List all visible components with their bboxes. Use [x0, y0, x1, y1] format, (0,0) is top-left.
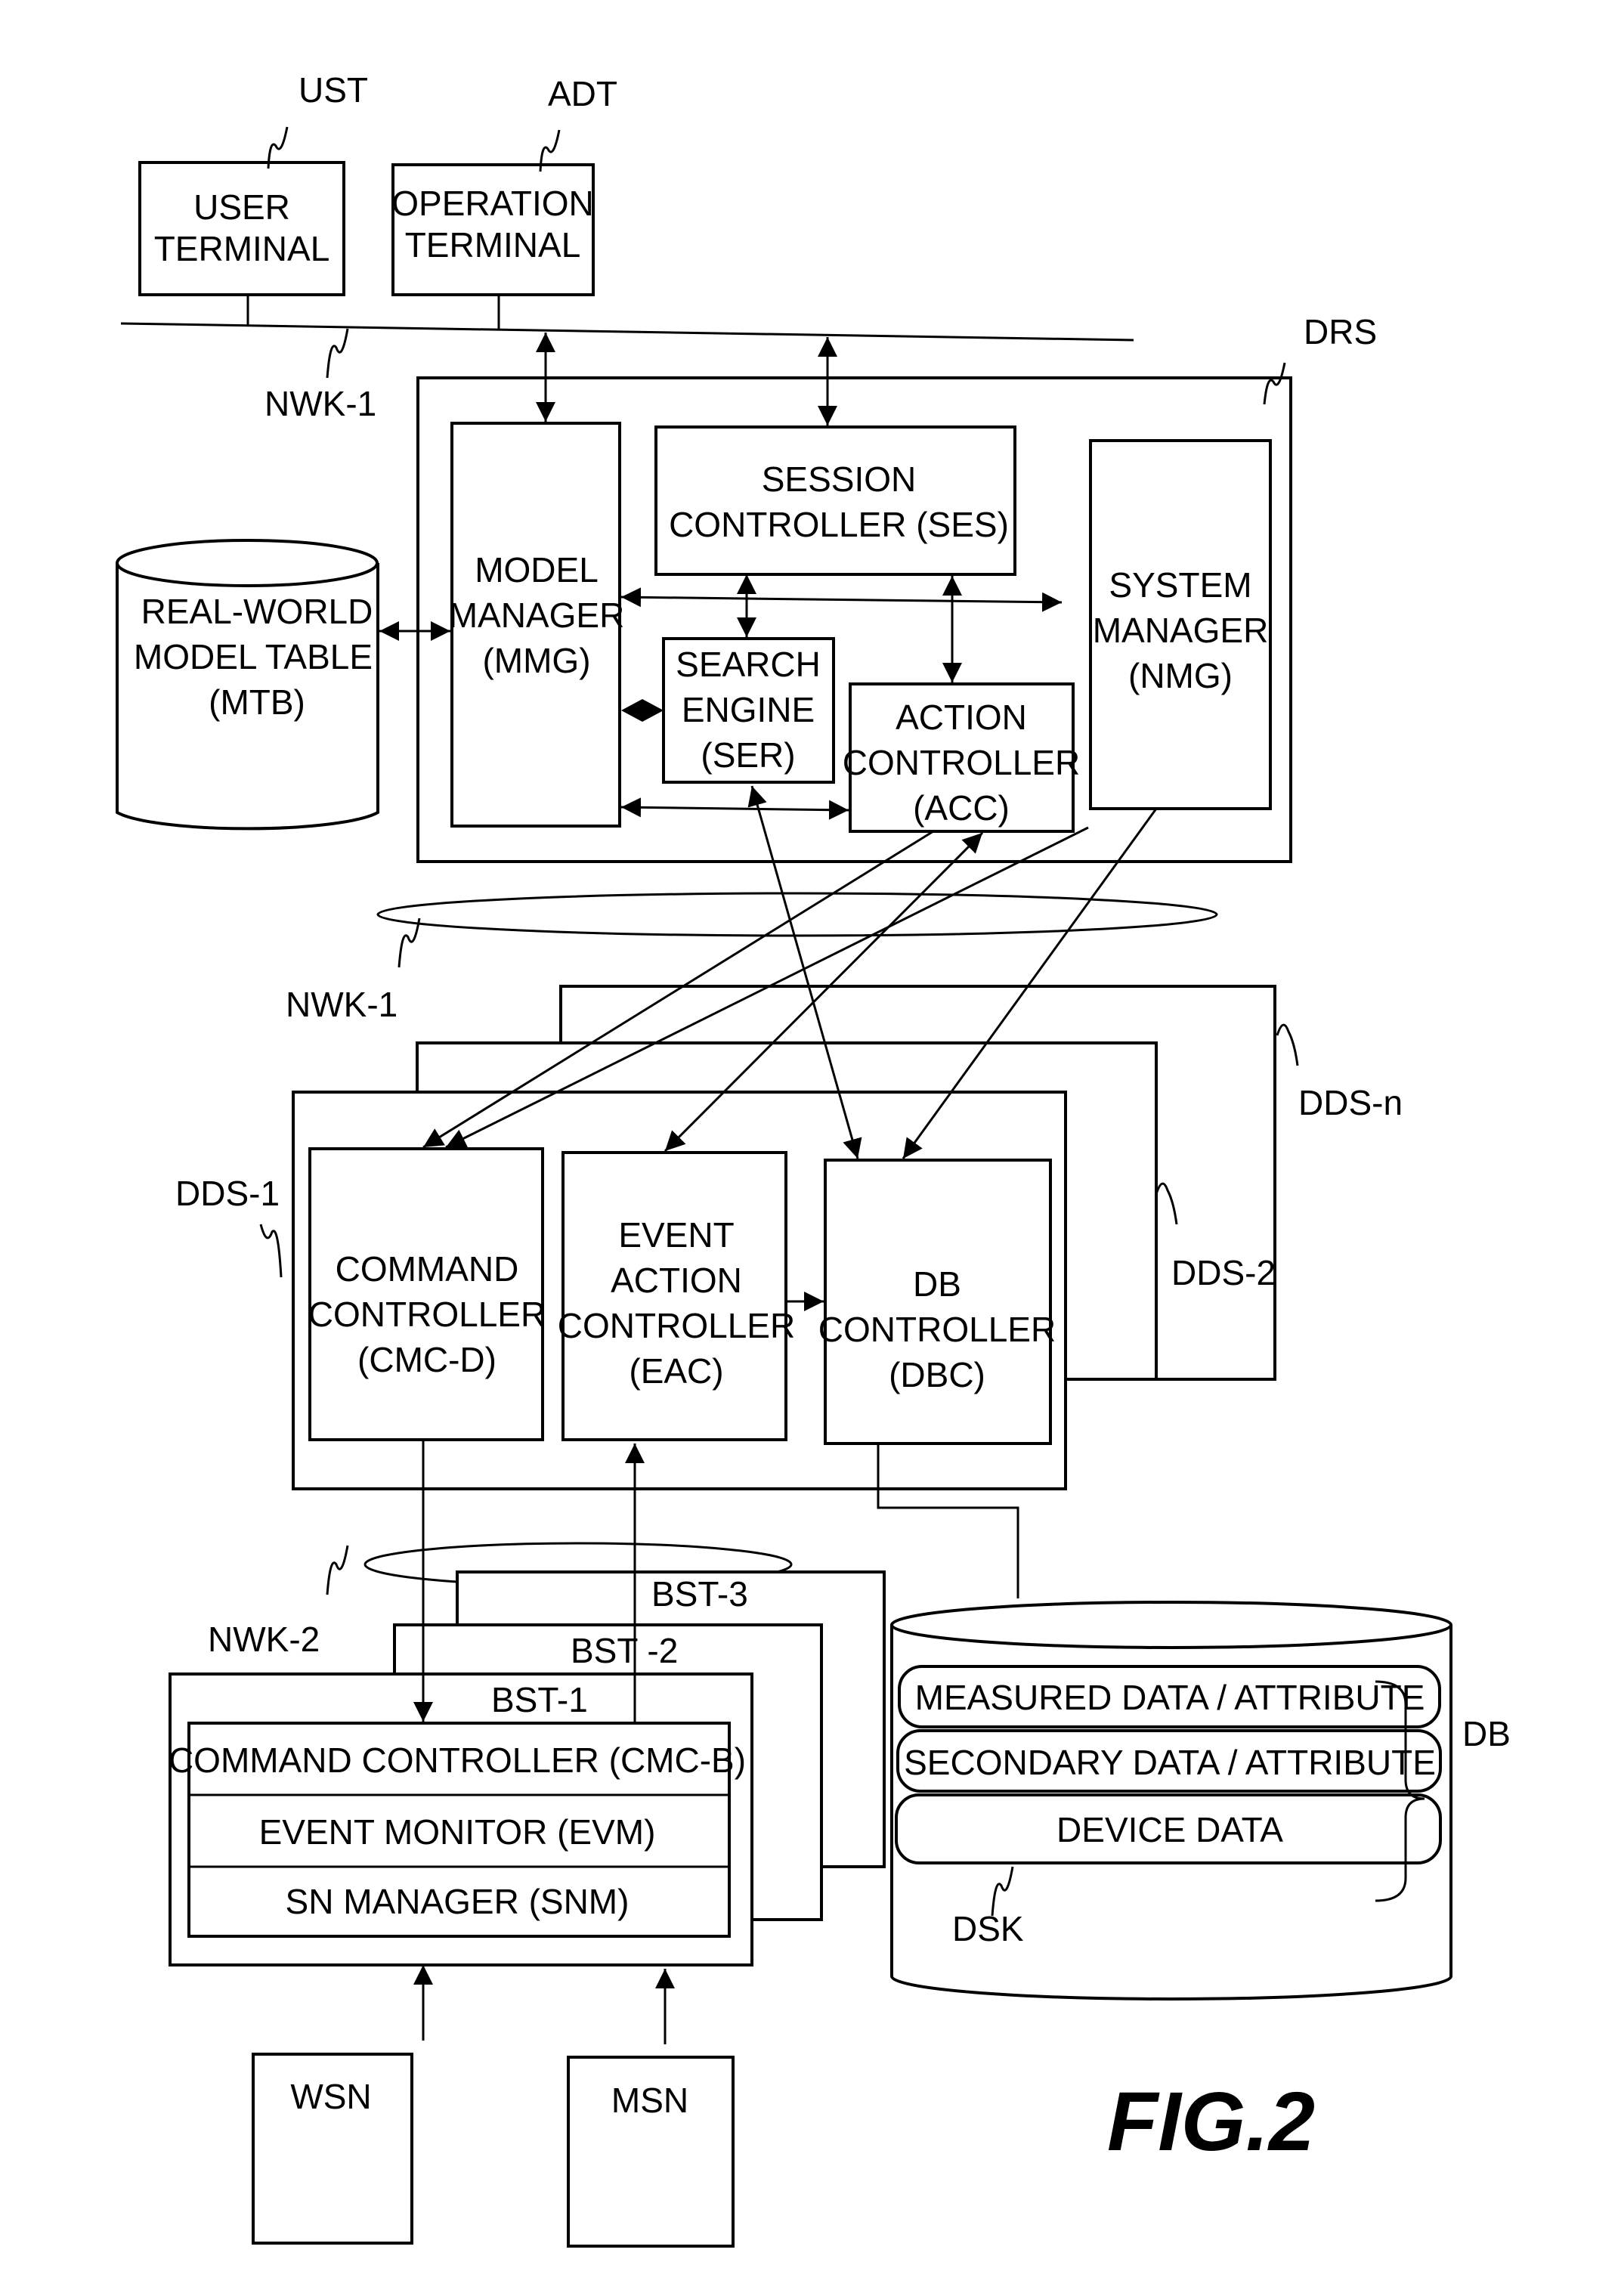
user-terminal: USER TERMINAL: [138, 161, 345, 296]
action-controller-box: ACTION CONTROLLER (ACC): [843, 682, 1080, 833]
ref-dds-n: DDS-n: [1298, 1083, 1403, 1122]
ref-bst2: BST -2: [571, 1631, 678, 1670]
label: (ACC): [913, 788, 1010, 828]
label: CONTROLLER: [818, 1310, 1056, 1349]
leader-line: [326, 328, 349, 379]
model-manager-box: MODEL MANAGER (MMG): [449, 422, 625, 828]
label: ACTION: [611, 1261, 742, 1300]
label: (NMG): [1128, 656, 1233, 695]
label: (EAC): [629, 1351, 723, 1391]
label: MANAGER: [449, 596, 625, 635]
wsn-box: WSN: [252, 2053, 413, 2245]
model-table-db: REAL-WORLD MODEL TABLE (MTB): [116, 539, 379, 831]
leader-line: [398, 917, 421, 968]
label: SYSTEM: [1109, 565, 1251, 605]
label: (MMG): [482, 641, 590, 680]
label: ACTION: [896, 698, 1027, 737]
label: CONTROLLER: [843, 743, 1080, 782]
label: TERMINAL: [405, 225, 581, 265]
device-data-label: DEVICE DATA: [1056, 1810, 1283, 1849]
label: (CMC-D): [357, 1340, 497, 1379]
label: EVENT: [618, 1215, 734, 1255]
label: (SER): [701, 735, 795, 775]
label: MODEL TABLE: [134, 637, 373, 676]
bst-1-stack: COMMAND CONTROLLER (CMC-B) EVENT MONITOR…: [169, 1722, 746, 1938]
ref-drs: DRS: [1304, 312, 1377, 351]
ref-ust: UST: [299, 70, 368, 110]
label: SESSION: [762, 460, 917, 499]
figure-label: FIG.2: [1107, 2075, 1315, 2168]
label: (MTB): [209, 682, 305, 722]
ref-bst3: BST-3: [651, 1574, 748, 1614]
label: WSN: [290, 2077, 371, 2116]
system-diagram: USER TERMINAL OPERATION TERMINAL UST ADT…: [116, 70, 1511, 2248]
label: CONTROLLER (SES): [669, 505, 1009, 544]
ref-dsk: DSK: [952, 1909, 1024, 1948]
evm-label: EVENT MONITOR (EVM): [259, 1812, 656, 1852]
ref-nwk2: NWK-2: [208, 1620, 320, 1659]
secondary-data-label: SECONDARY DATA / ATTRIBUTE: [904, 1743, 1436, 1782]
label: REAL-WORLD: [141, 592, 373, 631]
label: COMMAND: [336, 1249, 519, 1289]
leader-line: [259, 1224, 283, 1278]
nwk1-bus: [120, 322, 1134, 342]
msn-box: MSN: [567, 2056, 735, 2248]
operation-terminal: OPERATION TERMINAL: [391, 163, 595, 296]
label: CONTROLLER: [558, 1306, 795, 1345]
cmc-b-label: COMMAND CONTROLLER (CMC-B): [169, 1741, 746, 1780]
label: MSN: [611, 2081, 688, 2120]
ref-bst1: BST-1: [491, 1680, 588, 1719]
ref-nwk1: NWK-1: [286, 985, 398, 1024]
ref-dds-1: DDS-1: [175, 1174, 280, 1213]
search-engine-box: SEARCH ENGINE (SER): [662, 637, 835, 784]
system-manager-box: SYSTEM MANAGER (NMG): [1089, 439, 1272, 810]
snm-label: SN MANAGER (SNM): [286, 1882, 630, 1921]
db-controller-box: DB CONTROLLER (DBC): [818, 1159, 1056, 1445]
label: USER: [193, 187, 290, 227]
label: (DBC): [889, 1355, 985, 1394]
command-controller-d-box: COMMAND CONTROLLER (CMC-D): [308, 1147, 546, 1441]
measured-data-label: MEASURED DATA / ATTRIBUTE: [915, 1678, 1425, 1717]
label: MODEL: [475, 550, 599, 589]
label: MANAGER: [1093, 611, 1269, 650]
label: SEARCH: [676, 645, 821, 684]
leader-line: [326, 1545, 349, 1595]
event-action-controller-box: EVENT ACTION CONTROLLER (EAC): [558, 1151, 795, 1441]
ref-db: DB: [1462, 1714, 1511, 1753]
label: TERMINAL: [154, 229, 330, 268]
label: DB: [913, 1264, 961, 1304]
leader-line: [1276, 1023, 1299, 1066]
ref-dds-2: DDS-2: [1171, 1253, 1276, 1292]
label: OPERATION: [391, 184, 594, 223]
ref-nwk1: NWK-1: [264, 384, 376, 423]
ref-adt: ADT: [548, 74, 617, 113]
label: CONTROLLER: [308, 1295, 546, 1334]
label: ENGINE: [682, 690, 815, 729]
session-controller-box: SESSION CONTROLLER (SES): [654, 425, 1016, 576]
